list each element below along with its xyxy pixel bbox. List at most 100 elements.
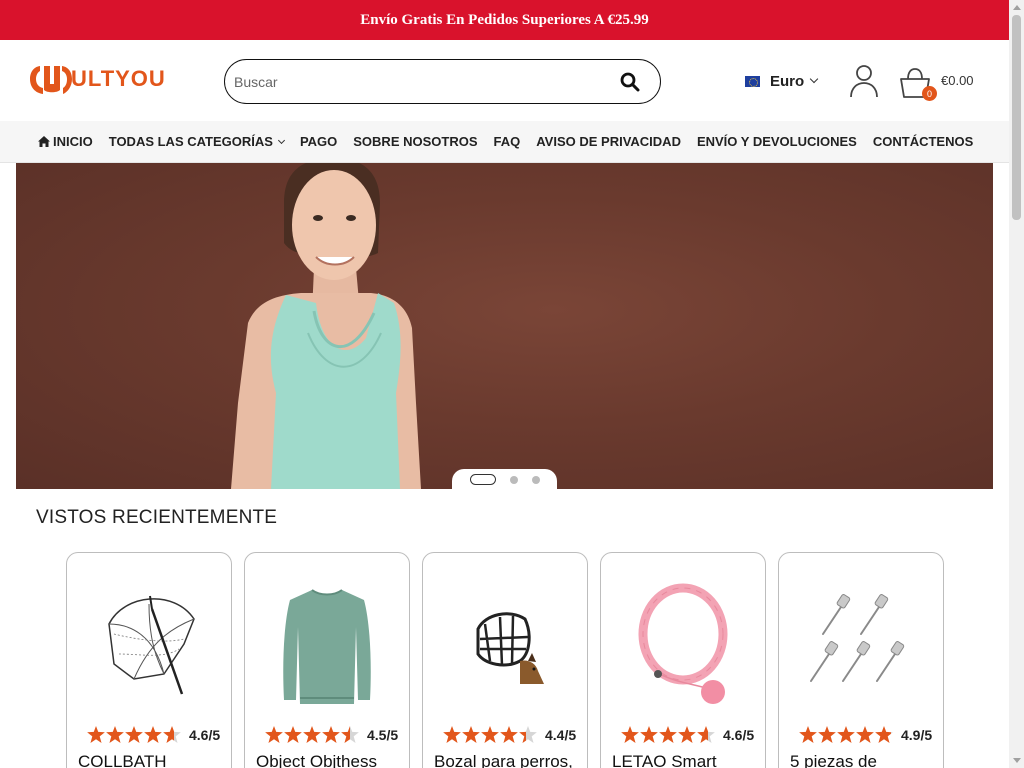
star-icon xyxy=(500,726,518,743)
product-rating: 4.4/5 xyxy=(443,726,576,743)
star-icon xyxy=(621,726,639,743)
site-logo[interactable]: ULTYOU xyxy=(30,62,166,96)
star-rating-icon xyxy=(799,726,894,743)
account-button[interactable] xyxy=(848,64,880,100)
page: Envío Gratis En Pedidos Superiores A €25… xyxy=(0,0,1009,768)
nav-label: TODAS LAS CATEGORÍAS xyxy=(108,134,273,149)
star-icon xyxy=(163,726,181,743)
product-card[interactable]: 4.5/5 Object Objthess xyxy=(244,552,410,768)
nav-item-categorias[interactable]: TODAS LAS CATEGORÍAS xyxy=(108,134,285,149)
star-icon xyxy=(265,726,283,743)
promo-text: Envío Gratis En Pedidos Superiores A €25… xyxy=(360,11,649,28)
nav-label: PAGO xyxy=(299,134,338,149)
hero-banner[interactable] xyxy=(16,163,993,489)
product-rating: 4.6/5 xyxy=(621,726,754,743)
star-icon xyxy=(87,726,105,743)
rating-text: 4.4/5 xyxy=(545,726,577,743)
nav-item-privacidad[interactable]: AVISO DE PRIVACIDAD xyxy=(536,134,681,149)
star-icon xyxy=(284,726,302,743)
search-input[interactable] xyxy=(225,61,608,102)
nav-item-envio[interactable]: ENVÍO Y DEVOLUCIONES xyxy=(697,134,857,149)
star-rating-icon xyxy=(87,726,182,743)
star-icon xyxy=(322,726,340,743)
logo-text: ULTYOU xyxy=(71,66,166,91)
product-image xyxy=(260,571,394,717)
product-title: Bozal para perros, xyxy=(434,752,573,768)
star-icon xyxy=(799,726,817,743)
eu-flag-icon xyxy=(745,75,760,87)
scrollbar-thumb[interactable] xyxy=(1012,15,1021,220)
nav-label: CONTÁCTENOS xyxy=(872,134,974,149)
promo-bar: Envío Gratis En Pedidos Superiores A €25… xyxy=(0,0,1009,40)
search-icon xyxy=(620,72,640,91)
star-icon xyxy=(443,726,461,743)
carousel-dot-3[interactable] xyxy=(531,475,540,484)
cart-count-badge: 0 xyxy=(922,86,937,101)
product-card[interactable]: 4.6/5 LETAO Smart xyxy=(600,552,766,768)
logo-mark-icon xyxy=(30,62,72,96)
product-title: 5 piezas de xyxy=(790,752,877,768)
star-icon xyxy=(462,726,480,743)
star-icon xyxy=(125,726,143,743)
currency-selector[interactable]: Euro xyxy=(745,70,819,92)
star-icon xyxy=(659,726,677,743)
star-rating-icon xyxy=(621,726,716,743)
star-icon xyxy=(697,726,715,743)
carousel-dots xyxy=(452,469,557,490)
star-icon xyxy=(519,726,537,743)
home-icon xyxy=(38,136,50,147)
product-rating: 4.6/5 xyxy=(87,726,220,743)
recently-viewed-title: VISTOS RECIENTEMENTE xyxy=(36,507,278,528)
star-rating-icon xyxy=(265,726,360,743)
chevron-down-icon xyxy=(809,74,819,84)
product-image xyxy=(794,571,928,717)
nav-label: INICIO xyxy=(53,134,93,149)
hero-image xyxy=(231,163,421,489)
star-icon xyxy=(640,726,658,743)
nav-label: ENVÍO Y DEVOLUCIONES xyxy=(696,134,857,149)
product-image xyxy=(82,571,216,717)
user-icon xyxy=(850,65,878,98)
recently-viewed-list: 4.6/5 COLLBATH 4.5/5 Object Objthess 4.4… xyxy=(66,552,956,768)
star-icon xyxy=(481,726,499,743)
currency-label: Euro xyxy=(770,72,805,90)
rating-text: 4.6/5 xyxy=(723,726,755,743)
nav-label: FAQ xyxy=(493,134,521,149)
carousel-dot-2[interactable] xyxy=(509,475,518,484)
star-icon xyxy=(106,726,124,743)
star-icon xyxy=(678,726,696,743)
nav-item-pago[interactable]: PAGO xyxy=(300,134,337,149)
scroll-up-arrow-icon[interactable] xyxy=(1013,5,1021,10)
product-card[interactable]: 4.6/5 COLLBATH xyxy=(66,552,232,768)
star-icon xyxy=(837,726,855,743)
nav-label: AVISO DE PRIVACIDAD xyxy=(536,134,681,149)
product-image xyxy=(616,571,750,717)
rating-text: 4.5/5 xyxy=(367,726,399,743)
product-title: Object Objthess xyxy=(256,752,377,768)
scroll-down-arrow-icon[interactable] xyxy=(1013,758,1021,763)
chevron-down-icon xyxy=(277,136,285,144)
rating-text: 4.6/5 xyxy=(189,726,221,743)
star-rating-icon xyxy=(443,726,538,743)
nav-item-contacto[interactable]: CONTÁCTENOS xyxy=(873,134,973,149)
nav-item-faq[interactable]: FAQ xyxy=(494,134,521,149)
product-title: COLLBATH xyxy=(78,752,167,768)
carousel-dot-1[interactable] xyxy=(469,474,496,485)
product-rating: 4.5/5 xyxy=(265,726,398,743)
product-card[interactable]: 4.4/5 Bozal para perros, xyxy=(422,552,588,768)
star-icon xyxy=(875,726,893,743)
nav-item-inicio[interactable]: INICIO xyxy=(38,134,93,149)
search-button[interactable] xyxy=(608,62,652,102)
product-image xyxy=(438,571,572,717)
cart-total: €0.00 xyxy=(941,73,974,88)
vertical-scrollbar[interactable] xyxy=(1009,0,1024,768)
search-bar xyxy=(224,59,661,104)
nav-label: SOBRE NOSOTROS xyxy=(353,134,478,149)
nav-item-sobre-nosotros[interactable]: SOBRE NOSOTROS xyxy=(353,134,477,149)
product-card[interactable]: 4.9/5 5 piezas de xyxy=(778,552,944,768)
star-icon xyxy=(341,726,359,743)
star-icon xyxy=(856,726,874,743)
star-icon xyxy=(303,726,321,743)
star-icon xyxy=(144,726,162,743)
main-nav: INICIO TODAS LAS CATEGORÍAS PAGO SOBRE N… xyxy=(0,121,1009,163)
